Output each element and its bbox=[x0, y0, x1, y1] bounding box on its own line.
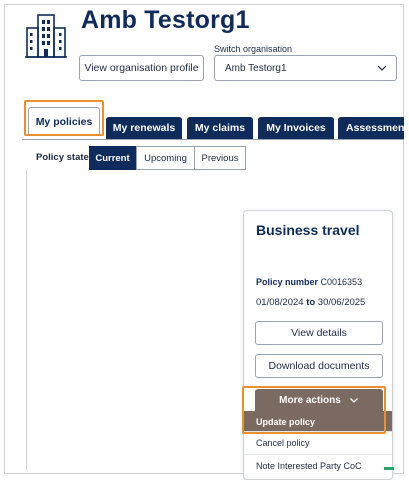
tabs-divider bbox=[22, 139, 404, 140]
switch-organisation-value: Amb Testorg1 bbox=[225, 62, 287, 74]
building-icon bbox=[25, 14, 67, 58]
tab-my-claims[interactable]: My claims bbox=[187, 117, 253, 139]
tab-my-invoices[interactable]: My Invoices bbox=[258, 117, 334, 139]
policy-number-label: Policy number bbox=[256, 277, 319, 287]
highlight-outline bbox=[242, 386, 386, 434]
accent-bar bbox=[384, 467, 394, 470]
chevron-down-icon bbox=[377, 65, 387, 71]
organisation-title: Amb Testorg1 bbox=[81, 6, 250, 34]
policy-title: Business travel bbox=[256, 222, 360, 238]
policy-card: Business travel Policy number C0016353 0… bbox=[243, 210, 393, 480]
menu-item-cancel-policy[interactable]: Cancel policy bbox=[244, 431, 392, 453]
date-separator: to bbox=[306, 297, 316, 308]
menu-item-note-interested-party[interactable]: Note Interested Party CoC bbox=[244, 454, 392, 476]
policy-state-previous[interactable]: Previous bbox=[194, 146, 246, 170]
view-organisation-profile-button[interactable]: View organisation profile bbox=[79, 55, 204, 81]
tab-assessment[interactable]: Assessment bbox=[338, 117, 404, 139]
policy-state-label: Policy state bbox=[36, 152, 89, 163]
policy-state-current[interactable]: Current bbox=[89, 146, 136, 170]
tab-my-renewals[interactable]: My renewals bbox=[106, 117, 182, 139]
policy-start-date: 01/08/2024 bbox=[256, 297, 304, 308]
policy-end-date: 30/06/2025 bbox=[317, 297, 366, 308]
policy-state-upcoming[interactable]: Upcoming bbox=[136, 146, 195, 170]
highlight-outline bbox=[24, 100, 104, 136]
policy-dates-row: 01/08/2024 to 30/06/2025 bbox=[256, 297, 365, 308]
view-details-button[interactable]: View details bbox=[255, 321, 383, 345]
switch-organisation-select[interactable]: Amb Testorg1 bbox=[214, 55, 397, 81]
download-documents-button[interactable]: Download documents bbox=[255, 354, 383, 378]
policy-number-row: Policy number C0016353 bbox=[256, 277, 362, 287]
switch-organisation-label: Switch organisation bbox=[214, 44, 293, 54]
content-divider bbox=[26, 170, 27, 470]
policy-number-value: C0016353 bbox=[320, 277, 363, 287]
